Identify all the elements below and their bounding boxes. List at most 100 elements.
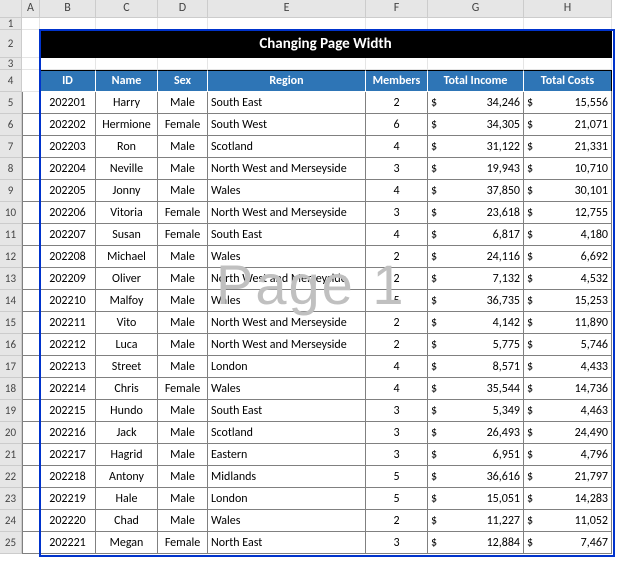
cell-blank[interactable] — [22, 378, 40, 400]
table-row[interactable]: 202215HundoMaleSouth East3$5,349$4,463 — [22, 400, 612, 422]
row-header-9[interactable]: 9 — [0, 180, 22, 202]
cell-members[interactable]: 2 — [366, 334, 428, 356]
cell-sex[interactable]: Male — [158, 444, 208, 466]
cell-id[interactable]: 202202 — [40, 114, 96, 136]
cell-sex[interactable]: Male — [158, 466, 208, 488]
cell-costs[interactable]: $14,283 — [524, 488, 612, 510]
cell-region[interactable]: Midlands — [208, 466, 366, 488]
cell-members[interactable]: 3 — [366, 400, 428, 422]
cell-name[interactable]: Neville — [96, 158, 158, 180]
table-header-sex[interactable]: Sex — [158, 70, 208, 92]
cell-name[interactable]: Luca — [96, 334, 158, 356]
cell-blank[interactable] — [22, 312, 40, 334]
page-title[interactable]: Changing Page Width — [40, 30, 612, 58]
cell-members[interactable]: 5 — [366, 488, 428, 510]
cell-name[interactable]: Oliver — [96, 268, 158, 290]
cell-id[interactable]: 202221 — [40, 532, 96, 554]
cell-region[interactable]: Wales — [208, 378, 366, 400]
cell-costs[interactable]: $21,797 — [524, 466, 612, 488]
cell-name[interactable]: Megan — [96, 532, 158, 554]
table-row[interactable]: 202201HarryMaleSouth East2$34,246$15,556 — [22, 92, 612, 114]
cell-members[interactable]: 2 — [366, 246, 428, 268]
cell-income[interactable]: $15,051 — [428, 488, 524, 510]
table-row[interactable]: 202203RonMaleScotland4$31,122$21,331 — [22, 136, 612, 158]
cell-name[interactable]: Antony — [96, 466, 158, 488]
row-header-22[interactable]: 22 — [0, 466, 22, 488]
cell-blank[interactable] — [524, 58, 612, 70]
row-header-8[interactable]: 8 — [0, 158, 22, 180]
cell-blank[interactable] — [22, 92, 40, 114]
cell-id[interactable]: 202209 — [40, 268, 96, 290]
cell-income[interactable]: $26,493 — [428, 422, 524, 444]
cell-blank[interactable] — [366, 58, 428, 70]
cell-name[interactable]: Vitoria — [96, 202, 158, 224]
cell-sex[interactable]: Male — [158, 180, 208, 202]
cell-income[interactable]: $34,246 — [428, 92, 524, 114]
cell-name[interactable]: Hundo — [96, 400, 158, 422]
cell-blank[interactable] — [22, 114, 40, 136]
cell-costs[interactable]: $4,463 — [524, 400, 612, 422]
cell-costs[interactable]: $4,180 — [524, 224, 612, 246]
cell-region[interactable]: Wales — [208, 510, 366, 532]
cell-income[interactable]: $24,116 — [428, 246, 524, 268]
cell-blank[interactable] — [22, 400, 40, 422]
cell-income[interactable]: $4,142 — [428, 312, 524, 334]
cell-name[interactable]: Michael — [96, 246, 158, 268]
cell-region[interactable]: South East — [208, 224, 366, 246]
cell-sex[interactable]: Male — [158, 290, 208, 312]
cell-members[interactable]: 2 — [366, 92, 428, 114]
cell-blank[interactable] — [208, 58, 366, 70]
cell-costs[interactable]: $4,532 — [524, 268, 612, 290]
cell-costs[interactable]: $30,101 — [524, 180, 612, 202]
cell-region[interactable]: South West — [208, 114, 366, 136]
row-header-5[interactable]: 5 — [0, 92, 22, 114]
cell-income[interactable]: $31,122 — [428, 136, 524, 158]
cell-costs[interactable]: $24,490 — [524, 422, 612, 444]
cell-costs[interactable]: $10,710 — [524, 158, 612, 180]
table-header-name[interactable]: Name — [96, 70, 158, 92]
cell-sex[interactable]: Male — [158, 268, 208, 290]
col-header-E[interactable]: E — [208, 0, 366, 18]
cell-members[interactable]: 3 — [366, 422, 428, 444]
row-header-14[interactable]: 14 — [0, 290, 22, 312]
cell-blank[interactable] — [22, 58, 40, 70]
cell-income[interactable]: $5,349 — [428, 400, 524, 422]
cell-region[interactable]: Wales — [208, 180, 366, 202]
table-row[interactable]: 202204NevilleMaleNorth West and Merseysi… — [22, 158, 612, 180]
cell-members[interactable]: 2 — [366, 510, 428, 532]
cell-region[interactable]: North West and Merseyside — [208, 158, 366, 180]
table-row[interactable]: 202206VitoriaFemaleNorth West and Mersey… — [22, 202, 612, 224]
cell-members[interactable]: 4 — [366, 180, 428, 202]
table-row[interactable]: 202208MichaelMaleWales2$24,116$6,692 — [22, 246, 612, 268]
row-header-21[interactable]: 21 — [0, 444, 22, 466]
row-header-25[interactable]: 25 — [0, 532, 22, 554]
table-header-id[interactable]: ID — [40, 70, 96, 92]
cell-costs[interactable]: $15,253 — [524, 290, 612, 312]
cell-id[interactable]: 202213 — [40, 356, 96, 378]
cell-sex[interactable]: Male — [158, 158, 208, 180]
row-header-13[interactable]: 13 — [0, 268, 22, 290]
cell-blank[interactable] — [22, 30, 40, 58]
cell-id[interactable]: 202219 — [40, 488, 96, 510]
cell-name[interactable]: Jack — [96, 422, 158, 444]
cell-sex[interactable]: Male — [158, 334, 208, 356]
cell-name[interactable]: Susan — [96, 224, 158, 246]
cell-blank[interactable] — [22, 70, 40, 92]
table-row[interactable]: 202211VitoMaleNorth West and Merseyside2… — [22, 312, 612, 334]
table-row[interactable]: 202209OliverMaleNorth West and Merseysid… — [22, 268, 612, 290]
row-header-23[interactable]: 23 — [0, 488, 22, 510]
cell-blank[interactable] — [22, 180, 40, 202]
cell-name[interactable]: Vito — [96, 312, 158, 334]
cell-id[interactable]: 202214 — [40, 378, 96, 400]
table-row[interactable]: 202214ChrisFemaleWales4$35,544$14,736 — [22, 378, 612, 400]
table-row[interactable]: 202212LucaMaleNorth West and Merseyside2… — [22, 334, 612, 356]
cell-blank[interactable] — [22, 224, 40, 246]
cell-region[interactable]: North West and Merseyside — [208, 312, 366, 334]
row-header-10[interactable]: 10 — [0, 202, 22, 224]
table-header-costs[interactable]: Total Costs — [524, 70, 612, 92]
cell-blank[interactable] — [40, 18, 96, 30]
cell-costs[interactable]: $15,556 — [524, 92, 612, 114]
cell-name[interactable]: Harry — [96, 92, 158, 114]
col-header-D[interactable]: D — [158, 0, 208, 18]
cell-income[interactable]: $37,850 — [428, 180, 524, 202]
